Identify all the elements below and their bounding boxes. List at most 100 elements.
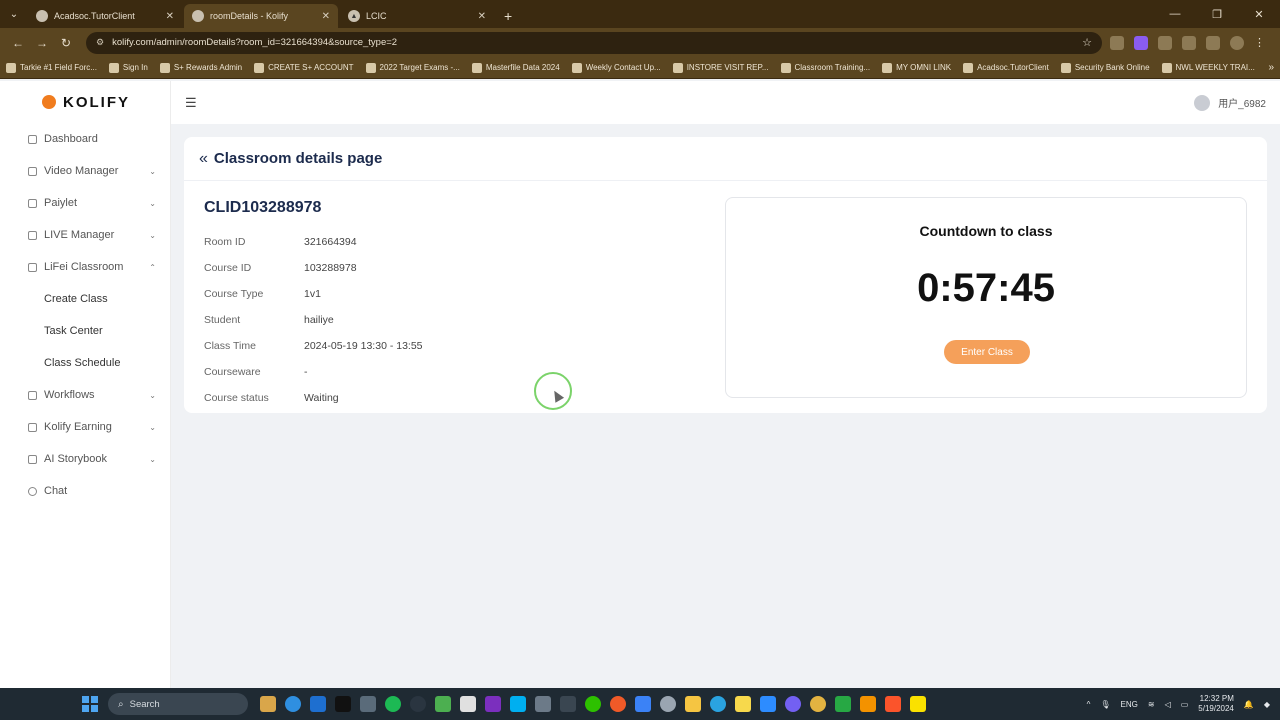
outlook-icon[interactable]	[310, 696, 326, 712]
app-icon[interactable]	[360, 696, 376, 712]
folder-icon[interactable]	[685, 696, 701, 712]
brave-icon[interactable]	[885, 696, 901, 712]
netflix-icon[interactable]	[335, 696, 351, 712]
zoom-icon[interactable]	[760, 696, 776, 712]
bookmark-item[interactable]: Security Bank Online	[1060, 62, 1150, 73]
puzzle-icon[interactable]	[1206, 35, 1220, 50]
bookmark-item[interactable]: Sign In	[108, 62, 148, 73]
url-input[interactable]: ⚙ kolify.com/admin/roomDetails?room_id=3…	[86, 31, 1102, 54]
reload-icon[interactable]: ↻	[54, 36, 78, 50]
app-icon[interactable]	[835, 696, 851, 712]
wifi-icon[interactable]: ≋	[1148, 700, 1155, 709]
chat-icon	[28, 486, 37, 496]
app-icon[interactable]	[635, 696, 651, 712]
bookmark-item[interactable]: S+ Rewards Admin	[159, 62, 242, 73]
minimize-icon[interactable]: —	[1154, 8, 1196, 20]
sidebar-item-kolify-earning[interactable]: Kolify Earning ⌄	[0, 411, 170, 443]
new-tab-button[interactable]: +	[496, 4, 520, 28]
bookmark-item[interactable]: Acadsoc.TutorClient	[963, 62, 1049, 73]
bookmark-item[interactable]: Weekly Contact Up...	[571, 62, 661, 73]
calculator-icon[interactable]	[535, 696, 551, 712]
close-icon[interactable]: ✕	[322, 11, 330, 22]
sidebar-item-chat[interactable]: Chat	[0, 475, 170, 507]
speaker-icon[interactable]: ◁	[1165, 700, 1171, 709]
chevron-up-icon[interactable]: ^	[1087, 700, 1091, 709]
bookmark-icon	[1060, 62, 1071, 73]
bookmark-item[interactable]: NWL WEEKLY TRAI...	[1161, 62, 1255, 73]
user-menu[interactable]: 用户_6982	[1194, 94, 1266, 111]
battery-icon[interactable]: ▭	[1181, 700, 1189, 709]
book-icon	[28, 454, 37, 464]
profile-icon[interactable]	[1230, 35, 1244, 50]
bookmark-item[interactable]: Tarkie #1 Field Forc...	[6, 62, 97, 73]
sidebar-item-workflows[interactable]: Workflows ⌄	[0, 379, 170, 411]
language-indicator[interactable]: ENG	[1121, 700, 1138, 709]
bookmark-item[interactable]: Masterfile Data 2024	[471, 62, 560, 73]
bookmark-item[interactable]: CREATE S+ ACCOUNT	[254, 62, 354, 73]
kolify-logo[interactable]: KOLIFY	[0, 81, 170, 123]
extension-icon[interactable]	[1158, 35, 1172, 50]
chrome-icon[interactable]	[810, 696, 826, 712]
tab-search-icon[interactable]: ⌄	[0, 0, 28, 28]
speedometer-icon[interactable]	[410, 696, 426, 712]
vlc-icon[interactable]	[860, 696, 876, 712]
forward-arrow-icon[interactable]: →	[30, 36, 54, 50]
sidebar-item-lifei-classroom[interactable]: LiFei Classroom ⌃	[0, 251, 170, 283]
sidebar-subitem-create-class[interactable]: Create Class	[0, 283, 170, 315]
edge-icon[interactable]	[285, 696, 301, 712]
skype-icon[interactable]	[510, 696, 526, 712]
sidebar-item-dashboard[interactable]: Dashboard	[0, 123, 170, 155]
close-window-icon[interactable]: ✕	[1238, 8, 1280, 21]
bookmark-item[interactable]: Classroom Training...	[780, 62, 870, 73]
sidebar-item-paiylet[interactable]: Paiylet ⌄	[0, 187, 170, 219]
site-info-icon[interactable]: ⚙	[96, 37, 104, 48]
extension-icon[interactable]	[1182, 35, 1196, 50]
enter-class-button[interactable]: Enter Class	[944, 340, 1030, 364]
tab-lcic[interactable]: ▲ LCIC ✕	[340, 4, 494, 28]
wechat-icon[interactable]	[585, 696, 601, 712]
extension-icon[interactable]	[1110, 35, 1124, 50]
windows-start-icon[interactable]	[82, 696, 98, 712]
page-title: Classroom details page	[213, 150, 383, 167]
sidebar-item-live-manager[interactable]: LIVE Manager ⌄	[0, 219, 170, 251]
more-bookmarks-icon[interactable]: »	[1268, 62, 1274, 73]
spotify-icon[interactable]	[385, 696, 401, 712]
viber-icon[interactable]	[785, 696, 801, 712]
bookmark-item[interactable]: MY OMNI LINK	[882, 62, 951, 73]
onenote-icon[interactable]	[485, 696, 501, 712]
app-icon[interactable]	[560, 696, 576, 712]
taskbar-clock[interactable]: 12:32 PM 5/19/2024	[1198, 694, 1234, 714]
notification-icon[interactable]: 🔔	[1244, 700, 1254, 709]
microphone-icon[interactable]: 🎙	[1100, 700, 1110, 709]
close-icon[interactable]: ✕	[166, 11, 174, 22]
kebab-menu-icon[interactable]: ⋮	[1254, 36, 1268, 50]
widgets-icon[interactable]	[260, 696, 276, 712]
camera-icon[interactable]	[460, 696, 476, 712]
back-arrow-icon[interactable]: ←	[6, 36, 30, 50]
app-icon[interactable]	[435, 696, 451, 712]
telegram-icon[interactable]	[710, 696, 726, 712]
kakaotalk-icon[interactable]	[910, 696, 926, 712]
tab-acadsoc[interactable]: Acadsoc.TutorClient ✕	[28, 4, 182, 28]
app-icon[interactable]	[660, 696, 676, 712]
sidebar-subitem-class-schedule[interactable]: Class Schedule	[0, 347, 170, 379]
bookmark-item[interactable]: INSTORE VISIT REP...	[672, 62, 769, 73]
double-chevron-left-icon[interactable]: «	[199, 150, 208, 168]
menu-collapse-icon[interactable]: ☰	[185, 95, 197, 111]
bookmark-item[interactable]: 2022 Target Exams -...	[365, 62, 460, 73]
taskbar-search-input[interactable]: ⌕ Search	[108, 693, 248, 715]
sticky-notes-icon[interactable]	[735, 696, 751, 712]
address-bar: ← → ↻ ⚙ kolify.com/admin/roomDetails?roo…	[0, 28, 1280, 57]
app-icon[interactable]	[610, 696, 626, 712]
close-icon[interactable]: ✕	[478, 11, 486, 22]
bookmark-star-icon[interactable]: ☆	[1082, 36, 1092, 49]
copilot-icon[interactable]: ◆	[1264, 700, 1270, 709]
extension-icon[interactable]	[1134, 35, 1148, 50]
maximize-icon[interactable]: ❐	[1196, 8, 1238, 21]
tab-room-details[interactable]: roomDetails - Kolify ✕	[184, 4, 338, 28]
bookmark-icon	[254, 62, 265, 73]
sidebar-item-ai-storybook[interactable]: AI Storybook ⌄	[0, 443, 170, 475]
info-row-student: Student hailiye	[204, 314, 334, 326]
sidebar-subitem-task-center[interactable]: Task Center	[0, 315, 170, 347]
sidebar-item-video-manager[interactable]: Video Manager ⌄	[0, 155, 170, 187]
